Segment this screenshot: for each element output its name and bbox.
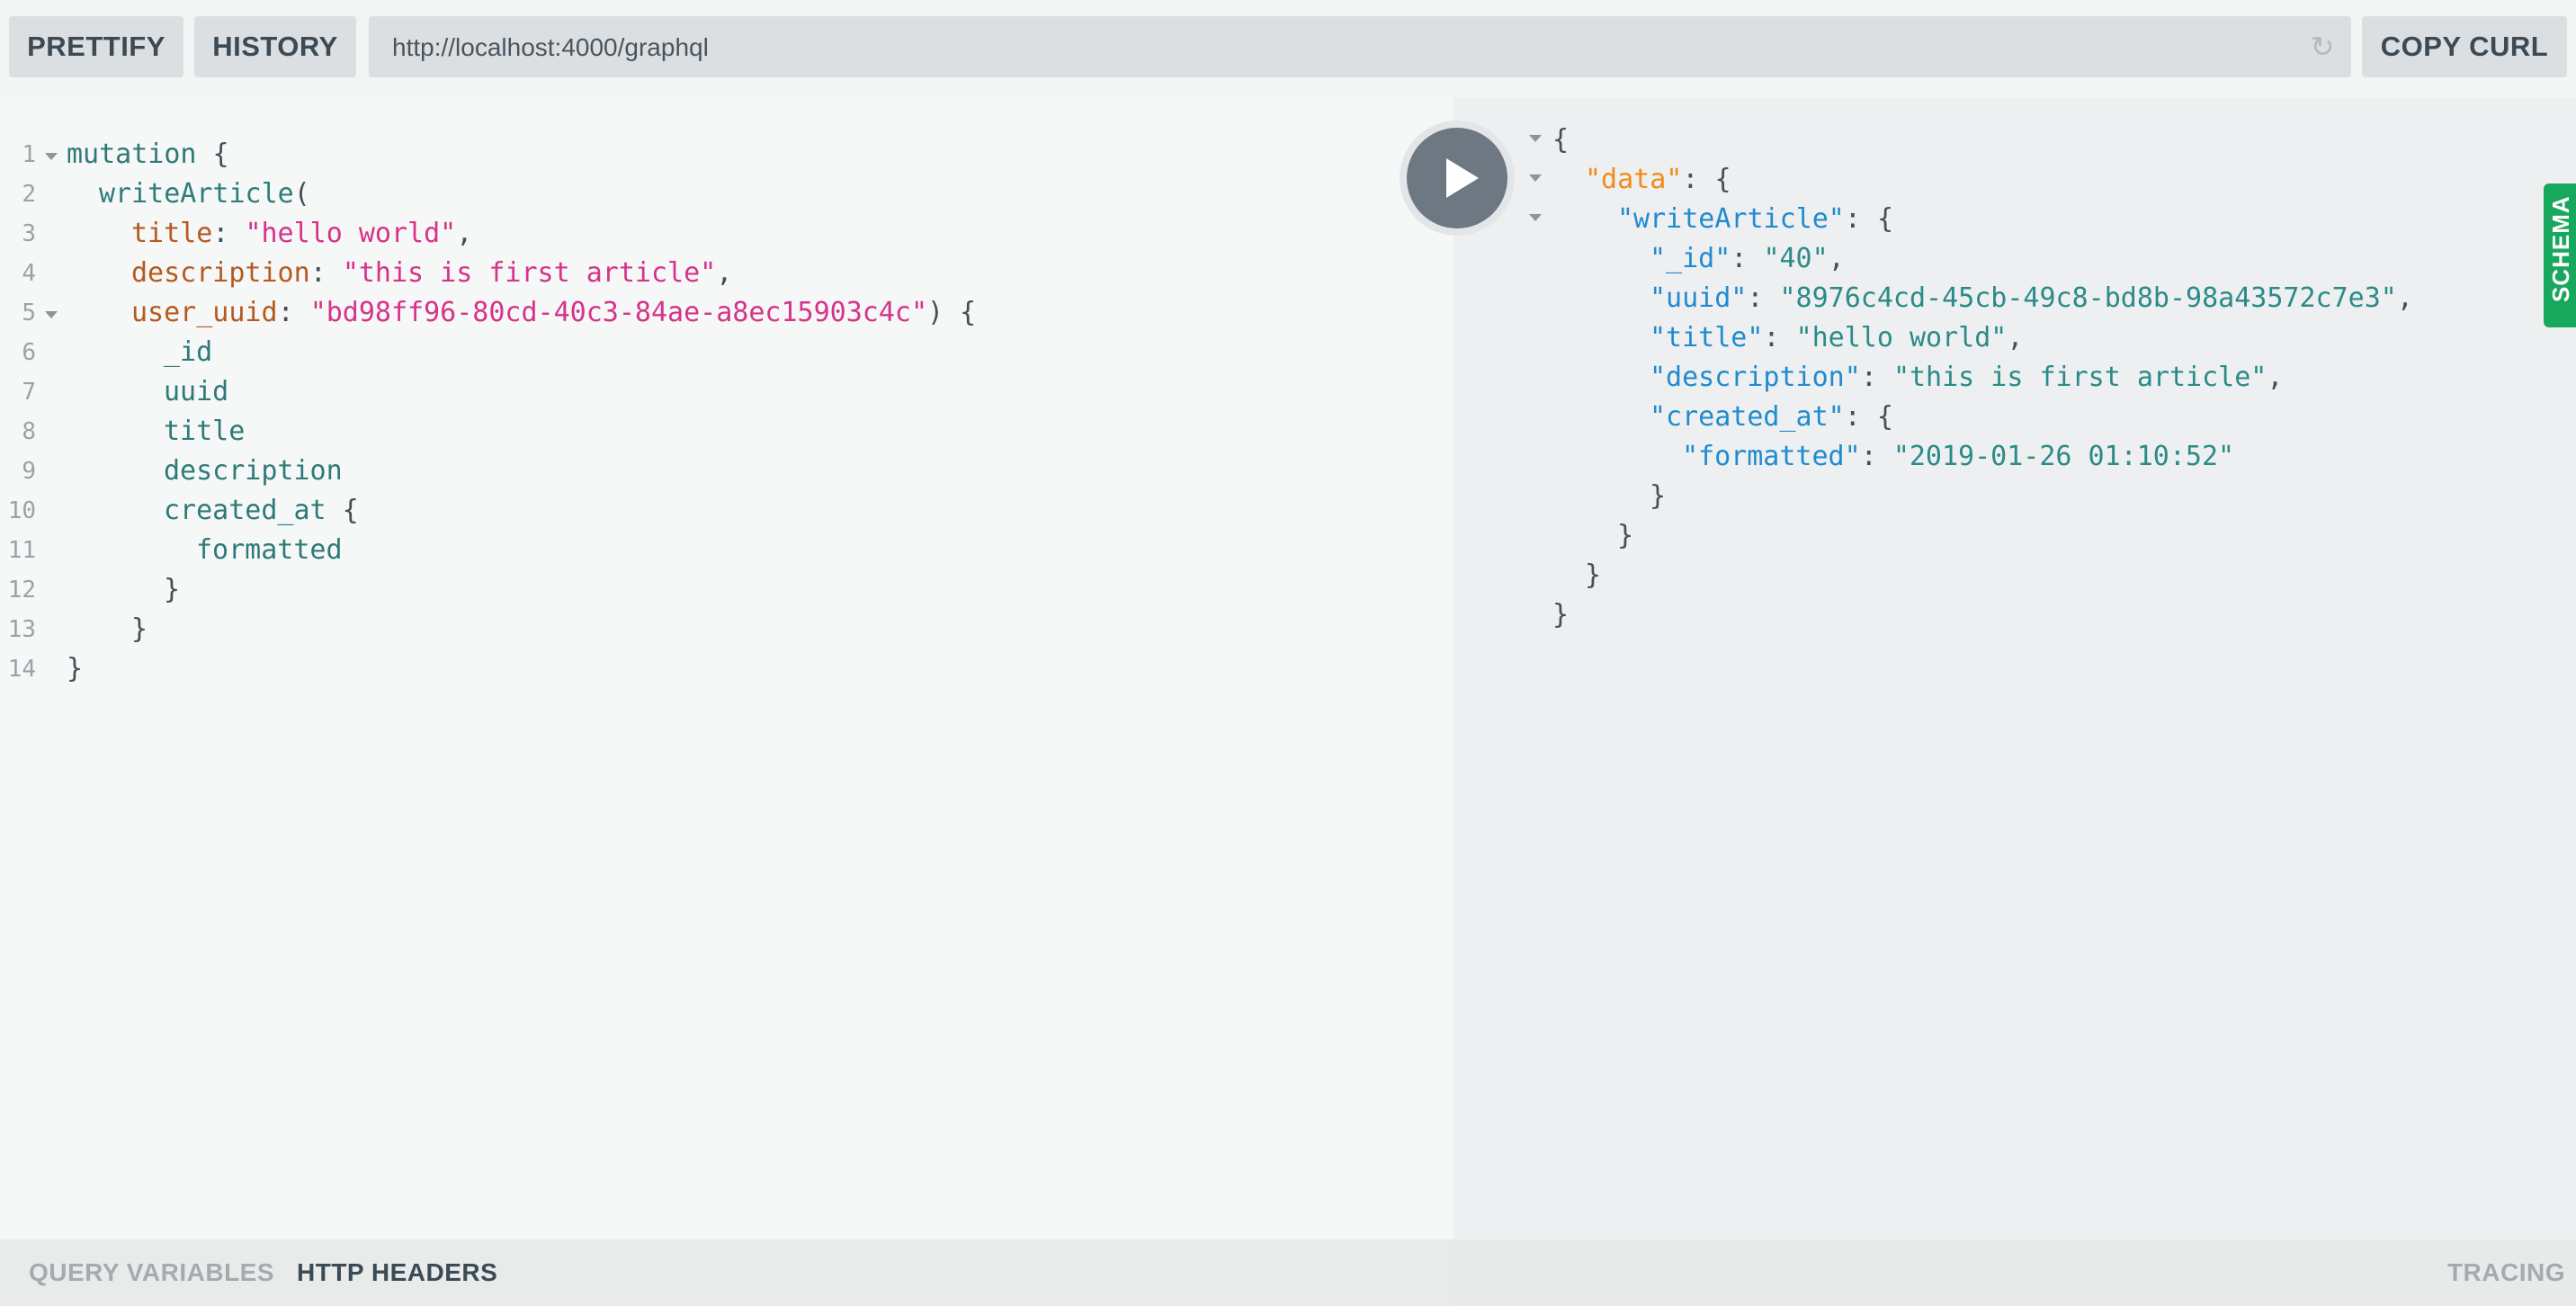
json-line: "title": "hello world", — [1650, 322, 2024, 353]
code-line: writeArticle( — [99, 178, 310, 210]
fold-arrow-icon[interactable] — [45, 153, 58, 160]
line-number: 14 — [7, 656, 36, 683]
code-line: created_at { — [164, 495, 359, 526]
fold-arrow-icon[interactable] — [1529, 174, 1542, 182]
code-line: mutation { — [67, 139, 229, 170]
line-number: 2 — [22, 181, 36, 208]
json-line: } — [1552, 599, 1570, 631]
result-pane: { "data": { "writeArticle": { "_id": "40… — [1453, 97, 2576, 1239]
result-footer — [1453, 1239, 2576, 1306]
code-line: _id — [164, 336, 213, 368]
code-line: } — [164, 574, 181, 605]
prettify-button[interactable]: PRETTIFY — [9, 16, 183, 77]
code-line: description: "this is first article", — [131, 257, 733, 289]
line-number: 6 — [22, 339, 36, 366]
copy-curl-button[interactable]: COPY CURL — [2362, 16, 2567, 77]
code-line: title — [164, 416, 246, 447]
code-line: user_uuid: "bd98ff96-80cd-40c3-84ae-a8ec… — [131, 297, 977, 328]
schema-tab-label: SCHEMA — [2547, 195, 2574, 302]
line-number: 12 — [7, 577, 36, 604]
bottom-panel-bar: QUERY VARIABLES HTTP HEADERS TRACING — [0, 1239, 2576, 1306]
json-line: "description": "this is first article", — [1650, 362, 2284, 393]
toolbar: PRETTIFY HISTORY ↻ COPY CURL — [0, 0, 2576, 97]
play-button-circle[interactable] — [1407, 128, 1507, 228]
json-line: } — [1617, 520, 1634, 551]
schema-tab[interactable]: SCHEMA — [2544, 183, 2576, 327]
endpoint-url-bar[interactable]: ↻ — [369, 16, 2351, 79]
tab-tracing[interactable]: TRACING — [2447, 1239, 2565, 1306]
fold-arrow-icon[interactable] — [45, 311, 58, 318]
execute-query-button[interactable] — [1400, 121, 1515, 236]
code-line: } — [67, 653, 84, 684]
endpoint-url-input[interactable] — [390, 16, 2283, 79]
json-line: "created_at": { — [1650, 401, 1893, 433]
line-number: 5 — [22, 300, 36, 326]
fold-arrow-icon[interactable] — [1529, 214, 1542, 221]
json-line: "_id": "40", — [1650, 243, 1845, 274]
line-number: 11 — [7, 537, 36, 564]
code-line: title: "hello world", — [131, 218, 473, 249]
code-line: uuid — [164, 376, 229, 407]
reload-icon[interactable]: ↻ — [2306, 31, 2339, 63]
json-line: "data": { — [1585, 164, 1731, 195]
json-line: { — [1552, 124, 1570, 156]
tab-http-headers[interactable]: HTTP HEADERS — [297, 1239, 497, 1306]
line-number: 7 — [22, 379, 36, 406]
tab-query-variables[interactable]: QUERY VARIABLES — [29, 1239, 274, 1306]
json-line: } — [1585, 559, 1602, 591]
json-line: "formatted": "2019-01-26 01:10:52" — [1682, 441, 2235, 472]
line-number: 13 — [7, 616, 36, 643]
code-line: } — [131, 613, 148, 645]
json-line: "writeArticle": { — [1617, 203, 1894, 235]
history-button[interactable]: HISTORY — [194, 16, 356, 77]
play-icon — [1446, 158, 1479, 198]
line-number: 3 — [22, 220, 36, 247]
query-editor[interactable]: 1 2 3 4 5 6 7 8 9 10 11 12 13 14 mutatio… — [0, 97, 1453, 1239]
json-line: } — [1650, 480, 1667, 512]
line-number: 8 — [22, 418, 36, 445]
line-number: 4 — [22, 260, 36, 287]
code-line: formatted — [196, 534, 343, 566]
line-number: 9 — [22, 458, 36, 485]
line-number: 1 — [22, 141, 36, 168]
json-line: "uuid": "8976c4cd-45cb-49c8-bd8b-98a4357… — [1650, 282, 2413, 314]
fold-arrow-icon[interactable] — [1529, 135, 1542, 142]
line-number: 10 — [7, 497, 36, 524]
code-line: description — [164, 455, 343, 487]
